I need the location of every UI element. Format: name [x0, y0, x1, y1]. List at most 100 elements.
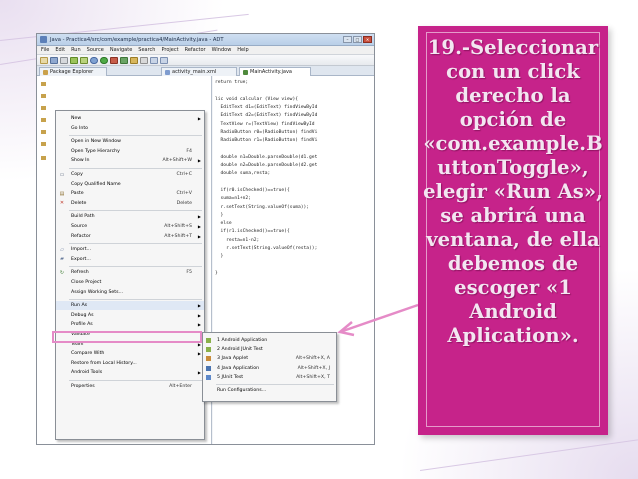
submenu-item-2-android-junit-test[interactable]: 2 Android JUnit Test [203, 345, 336, 354]
minimize-button[interactable]: – [343, 36, 352, 43]
menu-item-paste[interactable]: ▤ Paste Ctrl+V [56, 189, 204, 198]
menu-item-label: Android Tools [71, 370, 103, 376]
run-as-submenu: 1 Android Application 2 Android JUnit Tes… [202, 332, 337, 402]
code-line: double suma,resta; [215, 171, 271, 177]
menu-item-show-in[interactable]: Show In Alt+Shift+W ▶ [56, 156, 204, 165]
menu-window[interactable]: Window [212, 47, 232, 53]
search-icon[interactable] [140, 56, 148, 64]
tab-activity-main-xml[interactable]: activity_main.xml [161, 67, 237, 76]
menu-item-close-project[interactable]: Close Project [56, 278, 204, 287]
tab-package-explorer[interactable]: Package Explorer [39, 67, 107, 76]
menu-item-shortcut: Ctrl+V [176, 191, 192, 197]
menu-project[interactable]: Project [161, 47, 178, 53]
code-line: double n2=Double.parseDouble(d2.get [215, 163, 318, 168]
folder-icon [41, 106, 46, 110]
menu-source[interactable]: Source [87, 47, 104, 53]
menu-item-new[interactable]: New ▶ [56, 114, 204, 123]
launch-type-icon [206, 374, 211, 380]
code-line: double n1=Double.parseDouble(d1.get [215, 154, 318, 160]
submenu-item-4-java-application[interactable]: 4 Java Application Alt+Shift+X, J [203, 364, 336, 373]
package-explorer-icon [43, 69, 48, 75]
new-icon[interactable] [40, 56, 48, 64]
menu-item-copy-qualified-name[interactable]: Copy Qualified Name [56, 180, 204, 189]
menu-separator [69, 379, 202, 381]
menu-item-android-tools[interactable]: Android Tools ▶ [56, 368, 204, 377]
menu-item-source[interactable]: Source Alt+Shift+S ▶ [56, 222, 204, 231]
menu-edit[interactable]: Edit [55, 47, 65, 53]
debug-icon[interactable] [90, 56, 98, 64]
window-title: Java - Practica4/src/com/example/practic… [50, 36, 224, 43]
menu-separator [69, 167, 202, 169]
folder-icon [41, 94, 46, 98]
run-icon[interactable] [100, 56, 108, 64]
submenu-item-run-configurations[interactable]: Run Configurations... [203, 386, 336, 395]
code-line: EditText d1=(EditText) findViewById [215, 104, 318, 110]
menu-item-refactor[interactable]: Refactor Alt+Shift+T ▶ [56, 232, 204, 241]
menu-item-compare-with[interactable]: Compare With ▶ [56, 349, 204, 358]
submenu-arrow-icon: ▶ [197, 312, 201, 318]
menu-item-properties[interactable]: Properties Alt+Enter [56, 382, 204, 391]
menu-item-profile-as[interactable]: Profile As ▶ [56, 320, 204, 329]
code-line: TextView r=(TextView) findViewById [215, 121, 315, 127]
code-line: else [215, 221, 232, 227]
menu-item-copy[interactable]: ▭ Copy Ctrl+C [56, 170, 204, 179]
menu-refactor[interactable]: Refactor [185, 47, 206, 53]
submenu-item-label: Run Configurations... [217, 388, 267, 393]
menu-item-import[interactable]: ▱ Import... [56, 245, 204, 254]
maximize-button[interactable]: □ [353, 36, 362, 43]
forward-icon[interactable] [160, 56, 168, 64]
menu-item-open-in-new-window[interactable]: Open in New Window [56, 137, 204, 146]
menu-item-build-path[interactable]: Build Path ▶ [56, 212, 204, 221]
menu-item-debug-as[interactable]: Debug As ▶ [56, 311, 204, 320]
menu-item-shortcut: Alt+Shift+S [164, 224, 192, 229]
menu-navigate[interactable]: Navigate [110, 47, 132, 53]
menu-search[interactable]: Search [138, 47, 155, 53]
folder-icon [41, 82, 46, 86]
menu-item-label: Close Project [71, 280, 102, 285]
menu-item-label: Compare With [71, 351, 105, 357]
back-icon[interactable] [150, 56, 158, 64]
menu-item-label: Assign Working Sets... [71, 289, 124, 295]
menu-item-delete[interactable]: ✕ Delete Delete [56, 199, 204, 208]
menu-item-shortcut: Ctrl+C [176, 172, 192, 177]
menu-item-export[interactable]: ▰ Export... [56, 255, 204, 264]
submenu-arrow-icon: ▶ [197, 116, 201, 121]
save-icon[interactable] [50, 56, 58, 64]
menu-help[interactable]: Help [237, 47, 248, 53]
tab-main-activity-java-label: MainActivity.java [250, 69, 292, 75]
menu-item-label: Paste [71, 191, 84, 197]
code-line: RadioButton r0=(RadioButton) findVi [215, 129, 318, 135]
code-line: if(r1.isChecked()==true){ [215, 229, 290, 235]
view-tabs: Package Explorer activity_main.xml MainA… [37, 66, 374, 76]
external-tools-icon[interactable] [110, 56, 118, 64]
submenu-arrow-icon: ▶ [197, 233, 201, 239]
open-type-icon[interactable] [130, 56, 138, 64]
menu-item-run-as[interactable]: Run As ▶ [56, 301, 204, 311]
menu-separator [69, 298, 202, 300]
folder-icon [41, 130, 46, 134]
tab-main-activity-java[interactable]: MainActivity.java [239, 67, 311, 76]
menu-file[interactable]: File [41, 47, 49, 53]
menu-item-label: Refresh [71, 270, 89, 276]
close-button[interactable]: ✕ [363, 36, 372, 43]
submenu-item-1-android-application[interactable]: 1 Android Application [203, 336, 336, 345]
java-file-icon [243, 69, 248, 75]
submenu-item-5-junit-test[interactable]: 5 JUnit Test Alt+Shift+X, T [203, 373, 336, 382]
menu-item-go-into[interactable]: Go Into [56, 124, 204, 133]
menu-item-assign-working-sets[interactable]: Assign Working Sets... [56, 288, 204, 297]
folder-icon [41, 156, 46, 160]
print-icon[interactable] [60, 56, 68, 64]
submenu-arrow-icon: ▶ [197, 370, 201, 376]
avd-manager-icon[interactable] [80, 56, 88, 64]
menu-item-refresh[interactable]: ↻ Refresh F5 [56, 268, 204, 277]
android-sdk-icon[interactable] [70, 56, 78, 64]
submenu-item-3-java-applet[interactable]: 3 Java Applet Alt+Shift+X, A [203, 354, 336, 363]
new-java-class-icon[interactable] [120, 56, 128, 64]
menu-separator [69, 209, 202, 211]
menu-run[interactable]: Run [71, 47, 81, 53]
menu-item-label: Copy Qualified Name [71, 181, 121, 187]
launch-type-icon [206, 356, 211, 362]
submenu-arrow-icon: ▶ [197, 224, 201, 229]
menu-item-open-type-hierarchy[interactable]: Open Type Hierarchy F4 [56, 147, 204, 156]
menu-item-restore-from-local-history[interactable]: Restore from Local History... [56, 359, 204, 368]
